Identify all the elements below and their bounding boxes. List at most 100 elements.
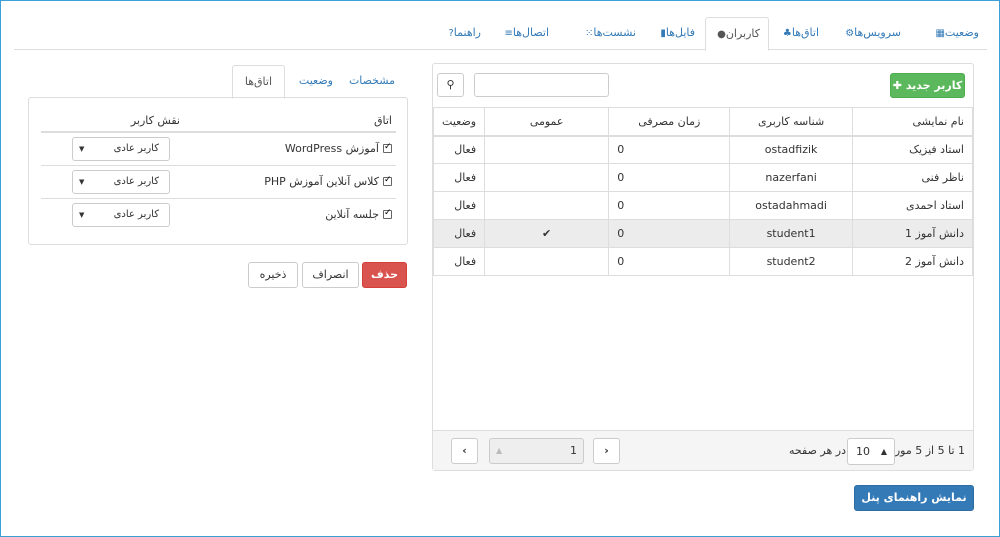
tab-status[interactable]: ▦وضعیت xyxy=(924,17,987,50)
room-checkbox[interactable] xyxy=(383,175,392,186)
cell-time: 0 xyxy=(608,135,731,164)
cell-id: ostadahmadi xyxy=(729,191,853,220)
cell-id: ostadfizik xyxy=(729,135,853,164)
cell-status: فعال xyxy=(432,163,486,192)
role-select[interactable]: کاربر عادی ▼ xyxy=(72,136,170,161)
room-name: آموزش WordPress xyxy=(284,142,379,156)
room-cell: آموزش WordPress xyxy=(206,132,396,166)
new-user-button[interactable]: ✚ کاربر جدید xyxy=(890,73,965,98)
cell-public xyxy=(484,191,610,220)
cell-id: student2 xyxy=(729,247,853,276)
tab-files[interactable]: ▮فایل‌ها xyxy=(649,17,703,50)
tab-label: سرویس‌ها xyxy=(854,26,901,39)
page-size-select[interactable]: 10 ▲ xyxy=(847,438,895,465)
col-header-id[interactable]: شناسه کاربری xyxy=(729,107,853,137)
cell-public xyxy=(484,135,610,164)
col-header-public[interactable]: عمومی xyxy=(484,107,610,137)
cell-name: دانش آموز 2 xyxy=(851,247,974,276)
cell-id: nazerfani xyxy=(729,163,853,192)
role-cell: کاربر عادی ▼ xyxy=(41,198,206,231)
role-value: کاربر عادی xyxy=(113,208,159,220)
cell-time: 0 xyxy=(608,191,731,220)
cell-status: فعال xyxy=(432,191,486,220)
cell-status: فعال xyxy=(432,247,486,276)
room-row: آموزش WordPress کاربر عادی ▼ xyxy=(41,132,396,166)
detail-tabs: مشخصات وضعیت اتاق‌ها xyxy=(28,65,407,99)
save-button[interactable]: ذخیره xyxy=(248,262,298,288)
tab-services[interactable]: ⚙سرویس‌ها xyxy=(834,17,909,50)
role-select[interactable]: کاربر عادی ▼ xyxy=(72,202,170,227)
role-select[interactable]: کاربر عادی ▼ xyxy=(72,169,170,194)
tab-label: کاربران xyxy=(725,27,760,40)
search-button[interactable]: ⚲ xyxy=(437,73,464,97)
cell-name: دانش آموز 1 xyxy=(851,219,974,248)
cell-time: 0 xyxy=(608,247,731,276)
room-row: کلاس آنلاین آموزش PHP کاربر عادی ▼ xyxy=(41,165,396,199)
cell-name: استاد احمدی xyxy=(851,191,974,220)
caret-down-icon: ▼ xyxy=(79,177,85,186)
col-header-name[interactable]: نام نمایشی xyxy=(851,107,974,137)
tab-help[interactable]: ?راهنما xyxy=(437,17,489,50)
page-number-input[interactable]: ▲ 1 xyxy=(489,438,584,464)
tab-detail-rooms[interactable]: اتاق‌ها xyxy=(231,65,285,99)
tab-label: راهنما xyxy=(453,26,481,39)
table-row[interactable]: استاد فیزیک ostadfizik 0 فعال xyxy=(432,135,974,164)
tab-connections[interactable]: ≡اتصال‌ها xyxy=(493,17,557,50)
tab-sessions[interactable]: ⁙نشست‌ها xyxy=(574,17,644,50)
tab-users[interactable]: ●کاربران xyxy=(705,17,769,51)
next-page-button[interactable]: › xyxy=(593,438,620,464)
new-user-label: کاربر جدید xyxy=(905,79,963,92)
cancel-button[interactable]: انصراف xyxy=(302,262,359,288)
tab-label: اتاق‌ها xyxy=(791,26,819,39)
role-cell: کاربر عادی ▼ xyxy=(41,132,206,166)
caret-down-icon: ▼ xyxy=(79,210,85,219)
table-row[interactable]: استاد احمدی ostadahmadi 0 فعال xyxy=(432,191,974,220)
cell-name: استاد فیزیک xyxy=(851,135,974,164)
room-checkbox[interactable] xyxy=(383,142,392,154)
cell-public xyxy=(484,163,610,192)
tab-label: نشست‌ها xyxy=(593,26,636,39)
tab-rooms[interactable]: ♣اتاق‌ها xyxy=(772,17,827,50)
col-header-role: نقش کاربر xyxy=(41,110,206,133)
table-row[interactable]: دانش آموز 2 student2 0 فعال xyxy=(432,247,974,276)
cell-time: 0 xyxy=(608,163,731,192)
cell-status: فعال xyxy=(432,135,486,164)
search-icon: ⚲ xyxy=(446,78,455,91)
chevron-left-icon: ‹ xyxy=(462,444,467,457)
user-icon: ● xyxy=(717,29,726,40)
search-input[interactable] xyxy=(474,73,609,97)
tab-detail-status[interactable]: وضعیت xyxy=(287,65,345,98)
table-row[interactable]: ناظر فنی nazerfani 0 فعال xyxy=(432,163,974,192)
room-name: جلسه آنلاین xyxy=(325,208,379,222)
cell-time: 0 xyxy=(608,219,731,248)
delete-button[interactable]: حذف xyxy=(362,262,407,288)
gear-icon: ⚙ xyxy=(845,28,855,39)
room-cell: کلاس آنلاین آموزش PHP xyxy=(206,165,396,199)
pager-bar: 1 تا 5 از 5 مورد 10 ▲ در هر صفحه › ▲ 1 ‹ xyxy=(433,430,973,470)
plus-icon: ✚ xyxy=(892,79,902,92)
col-header-time[interactable]: زمان مصرفی xyxy=(608,107,731,137)
prev-page-button[interactable]: ‹ xyxy=(451,438,478,464)
tab-properties[interactable]: مشخصات xyxy=(337,65,407,98)
room-cell: جلسه آنلاین xyxy=(206,198,396,231)
pager-summary: 1 تا 5 از 5 مورد xyxy=(889,444,965,457)
col-header-status[interactable]: وضعیت xyxy=(432,107,486,137)
role-value: کاربر عادی xyxy=(113,142,159,154)
per-page-label: در هر صفحه xyxy=(789,444,846,457)
role-value: کاربر عادی xyxy=(113,175,159,187)
caret-down-icon: ▼ xyxy=(79,144,85,153)
users-panel: ✚ کاربر جدید ⚲ نام نمایشی شناسه کاربری ز… xyxy=(432,63,974,471)
cell-public: ✔ xyxy=(484,219,610,248)
table-row[interactable]: دانش آموز 1 student1 0 ✔ فعال xyxy=(432,219,974,248)
list-icon: ≡ xyxy=(504,28,513,39)
cell-id: student1 xyxy=(729,219,853,248)
rooms-table: اتاق نقش کاربر آموزش WordPress کاربر عاد… xyxy=(41,110,396,231)
show-guide-button[interactable]: نمایش راهنمای پنل xyxy=(854,485,974,511)
room-name: کلاس آنلاین آموزش PHP xyxy=(264,175,379,188)
tab-label: فایل‌ها xyxy=(665,26,695,39)
room-checkbox[interactable] xyxy=(383,208,392,220)
sitemap-icon: ♣ xyxy=(782,28,792,39)
cell-public xyxy=(484,247,610,276)
cell-status: فعال xyxy=(432,219,486,248)
room-row: جلسه آنلاین کاربر عادی ▼ xyxy=(41,198,396,231)
